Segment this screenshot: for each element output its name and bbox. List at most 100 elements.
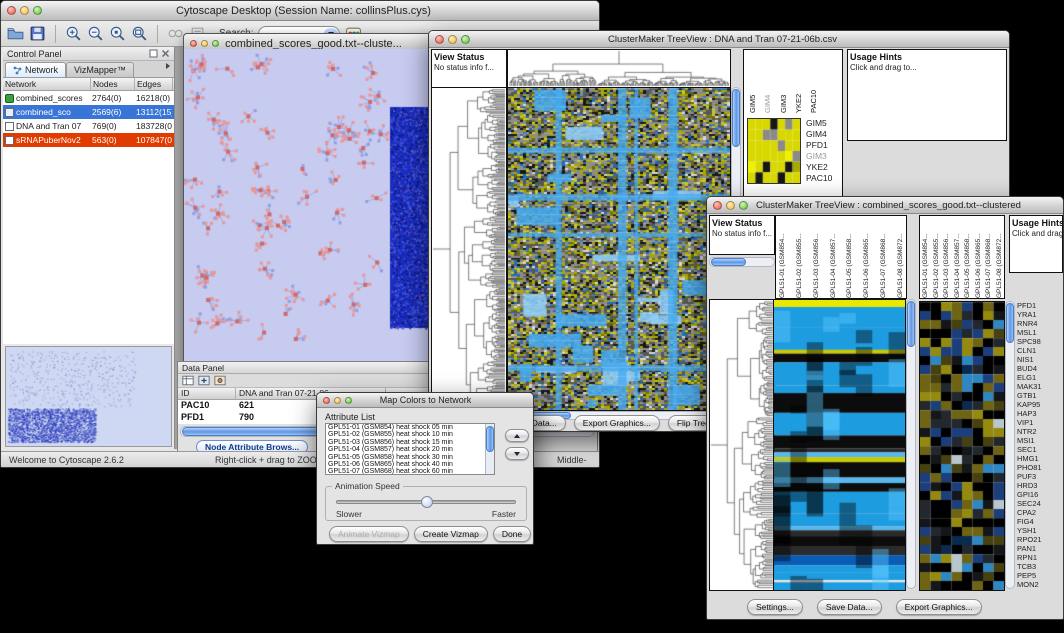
close-button[interactable] — [190, 40, 197, 47]
zoom-fit-icon[interactable] — [131, 25, 148, 42]
map-colors-titlebar[interactable]: Map Colors to Network — [317, 393, 533, 408]
heatmap-canvas[interactable] — [773, 299, 906, 591]
network-overview-canvas[interactable] — [5, 346, 172, 447]
zoom-out-icon[interactable] — [87, 25, 104, 42]
minimize-button[interactable] — [726, 201, 735, 210]
heatmap-vscrollbar[interactable] — [906, 299, 916, 589]
tab-overflow-arrow[interactable] — [166, 56, 174, 77]
scrollbar-thumb[interactable] — [1006, 303, 1014, 343]
attribute-list-item[interactable]: GPL51-04 (GSM857) heat shock 20 min — [326, 446, 494, 453]
gene-label: PFD1 — [1017, 301, 1063, 310]
zoom-actual-size-icon[interactable] — [109, 25, 126, 42]
network-table-row[interactable]: sRNAPuberNov2 563(0) 107847(0) — [3, 133, 174, 147]
gene-label: NIS1 — [1017, 355, 1063, 364]
treeview-button[interactable]: Export Graphics... — [574, 415, 660, 431]
link-icon[interactable] — [167, 25, 184, 42]
tab-network[interactable]: Network — [5, 62, 66, 77]
treeview-button[interactable]: Settings... — [747, 599, 803, 615]
status-hscrollbar[interactable] — [709, 257, 775, 267]
gene-label: PFD1 — [806, 140, 842, 151]
attribute-list-item[interactable]: GPL51-05 (GSM858) heat shock 30 min — [326, 454, 494, 461]
column-header-edges[interactable]: Edges — [135, 78, 173, 90]
minimize-button[interactable] — [334, 397, 341, 404]
treeview-button[interactable]: Save Data... — [817, 599, 882, 615]
create-attribute-icon[interactable] — [198, 375, 210, 386]
attribute-batch-icon[interactable] — [214, 375, 226, 386]
close-button[interactable] — [7, 6, 16, 15]
close-button[interactable] — [435, 35, 444, 44]
treeview-dna-titlebar[interactable]: ClusterMaker TreeView : DNA and Tran 07-… — [429, 31, 1009, 48]
gene-label: YSH1 — [1017, 526, 1063, 535]
attribute-list-item[interactable]: GPL51-07 (GSM868) heat shock 60 min — [326, 468, 494, 475]
column-header-network[interactable]: Network — [3, 78, 91, 90]
gene-label: KAP95 — [1017, 400, 1063, 409]
column-header-nodes[interactable]: Nodes — [91, 78, 135, 90]
gene-dendrogram-canvas[interactable] — [431, 87, 507, 411]
attribute-list-item[interactable]: GPL51-02 (GSM855) heat shock 10 min — [326, 431, 494, 438]
column-label: GPL51-07 (GSM868... — [985, 218, 993, 298]
attribute-list-item[interactable]: GPL51-06 (GSM865) heat shock 40 min — [326, 461, 494, 468]
tab-vizmapper[interactable]: VizMapper™ — [66, 62, 134, 77]
window-controls — [1, 6, 48, 15]
treeview-button[interactable]: Export Graphics... — [896, 599, 982, 615]
close-button[interactable] — [323, 397, 330, 404]
zoom-heatmap-canvas[interactable] — [919, 301, 1005, 591]
attribute-list-item[interactable]: GPL51-03 (GSM856) heat shock 15 min — [326, 439, 494, 446]
dialog-button[interactable]: Animate Vizmap — [329, 526, 409, 542]
control-panel-title: Control Panel — [7, 49, 62, 59]
save-icon[interactable] — [29, 25, 46, 42]
row-value: 621 — [236, 400, 257, 412]
network-name: combined_scores — [14, 93, 90, 103]
minimize-button[interactable] — [448, 35, 457, 44]
zoom-in-icon[interactable] — [65, 25, 82, 42]
network-edges-count: 183728(0) — [134, 121, 172, 131]
scrollbar-thumb[interactable] — [732, 89, 740, 147]
open-file-icon[interactable] — [7, 25, 24, 42]
move-up-button[interactable] — [505, 429, 529, 442]
slower-label: Slower — [336, 509, 362, 519]
gene-label: PUF3 — [1017, 472, 1063, 481]
gene-label: CLN1 — [1017, 346, 1063, 355]
zoom-button[interactable] — [739, 201, 748, 210]
cytoscape-titlebar[interactable]: Cytoscape Desktop (Session Name: collins… — [1, 1, 599, 21]
control-panel-header: Control Panel — [3, 47, 174, 61]
zoom-button[interactable] — [345, 397, 352, 404]
network-view-title: combined_scores_good.txt--cluste... — [225, 38, 432, 50]
gene-label: RNR4 — [1017, 319, 1063, 328]
network-canvas[interactable] — [184, 49, 432, 362]
minimize-button[interactable] — [201, 40, 208, 47]
selected-genes-heatmap-canvas[interactable] — [747, 118, 801, 184]
gene-label: SEC1 — [1017, 445, 1063, 454]
scrollbar-thumb[interactable] — [486, 426, 494, 452]
scrollbar-thumb[interactable] — [907, 301, 915, 347]
attribute-list[interactable]: GPL51-01 (GSM854) heat shock 05 minGPL51… — [325, 423, 495, 475]
network-icon — [5, 122, 14, 131]
column-header-id[interactable]: ID — [178, 388, 236, 399]
column-label: GPL51-06 (GSM865... — [863, 218, 871, 298]
gene-dendrogram-canvas[interactable] — [709, 299, 775, 591]
network-table-row[interactable]: combined_sco 2569(6) 13112(15) — [3, 105, 174, 119]
dialog-button[interactable]: Create Vizmap — [414, 526, 488, 542]
close-button[interactable] — [713, 201, 722, 210]
gene-label: FIG4 — [1017, 517, 1063, 526]
array-dendrogram-canvas[interactable] — [507, 49, 731, 88]
zoom-button[interactable] — [461, 35, 470, 44]
float-panel-icon[interactable] — [149, 49, 158, 58]
treeview-combined-titlebar[interactable]: ClusterMaker TreeView : combined_scores_… — [707, 197, 1063, 214]
speed-slider[interactable] — [336, 500, 516, 504]
network-table-row[interactable]: DNA and Tran 07 769(0) 183728(0) — [3, 119, 174, 133]
zoom-vscrollbar[interactable] — [1005, 301, 1015, 589]
move-down-button[interactable] — [505, 447, 529, 460]
network-table-row[interactable]: combined_scores 2764(0) 16218(0) — [3, 91, 174, 105]
attribute-list-scrollbar[interactable] — [485, 424, 494, 474]
attribute-list-item[interactable]: GPL51-01 (GSM854) heat shock 05 min — [326, 424, 494, 431]
zoom-button[interactable] — [212, 40, 219, 47]
minimize-button[interactable] — [20, 6, 29, 15]
dialog-button[interactable]: Done — [493, 526, 531, 542]
heatmap-canvas[interactable] — [507, 87, 731, 411]
select-attributes-icon[interactable] — [182, 375, 194, 386]
slider-thumb[interactable] — [421, 496, 433, 508]
zoom-button[interactable] — [33, 6, 42, 15]
column-labels-panel: GPL51-01 (GSM854...GPL51-02 (GSM855...GP… — [775, 215, 907, 299]
scrollbar-thumb[interactable] — [711, 258, 746, 266]
